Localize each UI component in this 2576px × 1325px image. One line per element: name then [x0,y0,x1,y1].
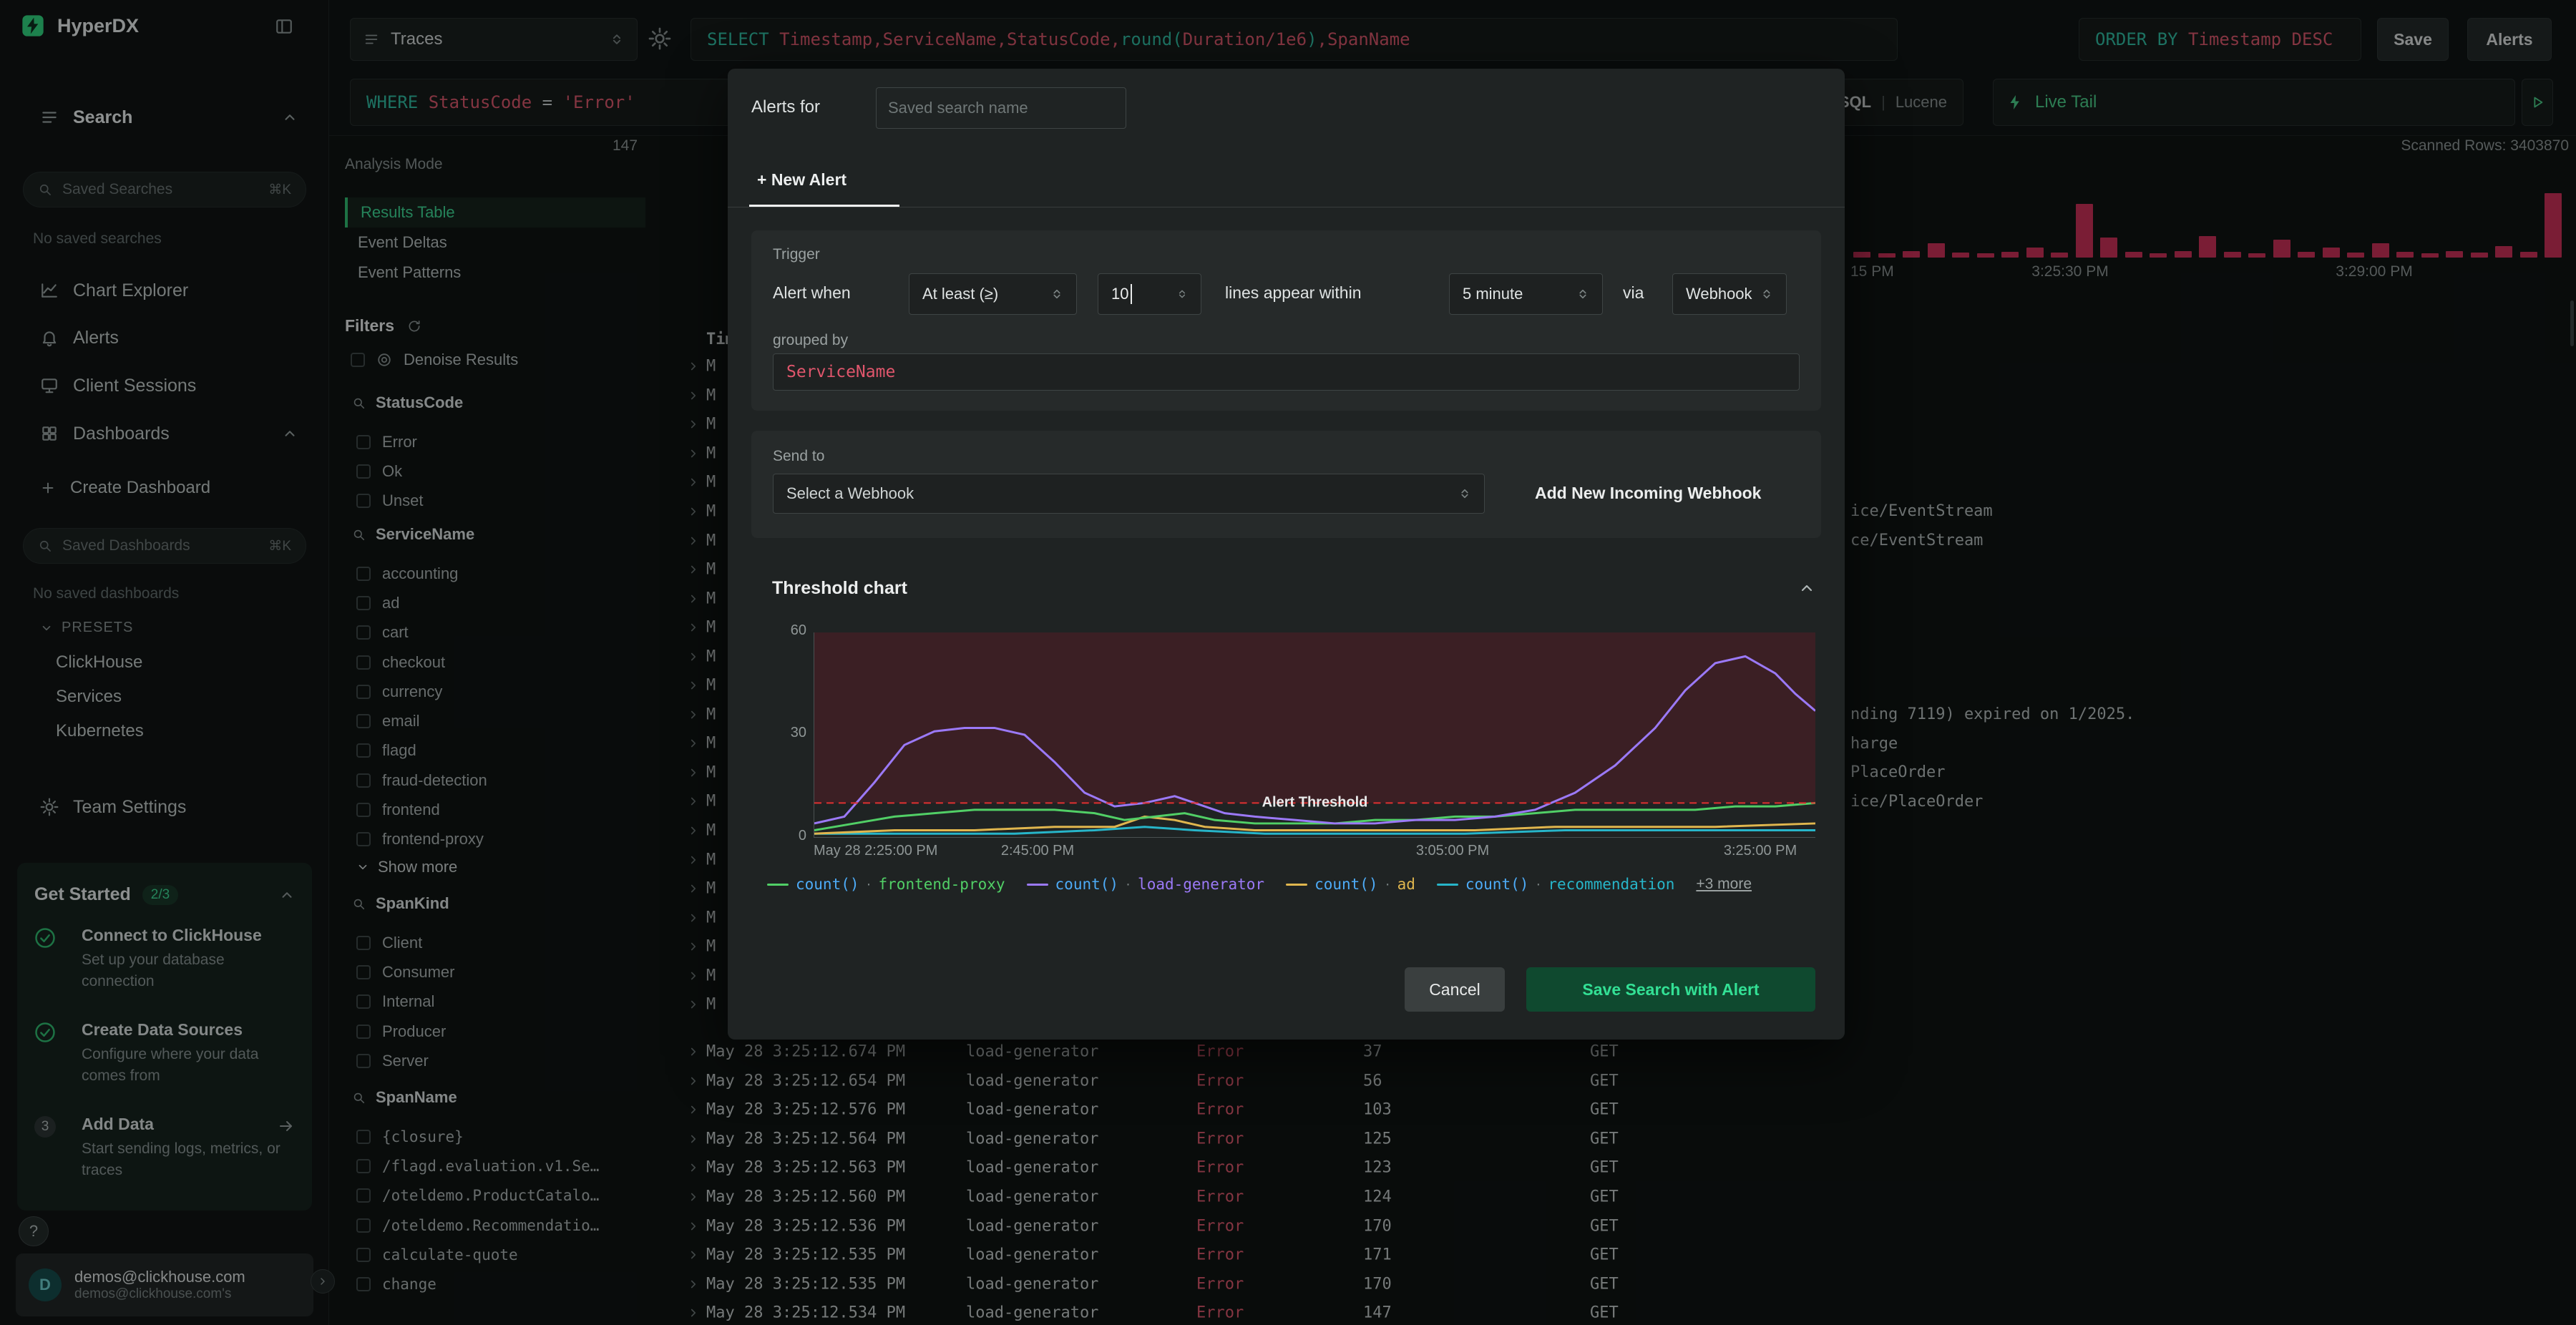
threshold-chart-title: Threshold chart [772,578,907,598]
collapse-chart-button[interactable] [1798,580,1815,597]
legend-dash-icon [1286,883,1308,886]
select-caret-icon [1050,288,1063,300]
legend-metric: count() [1314,876,1378,893]
saved-search-name-input[interactable] [876,87,1126,129]
y-tick: 0 [798,828,806,844]
modal-title: Alerts for [751,97,821,117]
legend-item[interactable]: count() · recommendation [1436,876,1675,893]
channel-value: Webhook [1686,285,1752,303]
y-tick: 30 [790,725,806,740]
condition-select[interactable]: At least (≥) [909,273,1077,315]
select-caret-icon [1760,288,1773,300]
legend-service: recommendation [1548,876,1675,893]
send-to-label: Send to [773,448,825,464]
legend-separator: · [1385,876,1390,892]
threshold-chart-plot: Alert Threshold [814,632,1815,838]
grouped-by-input[interactable]: ServiceName [773,353,1800,391]
legend-dash-icon [1436,883,1458,886]
legend-dash-icon [767,883,789,886]
number-spinner-icon[interactable] [1176,287,1188,301]
legend-more-button[interactable]: +3 more [1696,876,1752,893]
legend-item[interactable]: count() · ad [1286,876,1415,893]
condition-value: At least (≥) [922,285,999,303]
save-search-with-alert-button[interactable]: Save Search with Alert [1526,967,1815,1012]
legend-service: frontend-proxy [878,876,1005,893]
lines-within-text: lines appear within [1225,283,1362,302]
chevron-up-icon [1798,580,1815,597]
trigger-label: Trigger [773,246,820,263]
interval-select[interactable]: 5 minute [1449,273,1603,315]
select-caret-icon [1576,288,1589,300]
legend-item[interactable]: count() · load-generator [1026,876,1265,893]
legend-separator: · [1536,876,1541,892]
legend-metric: count() [796,876,859,893]
legend-service: ad [1397,876,1415,893]
cancel-button[interactable]: Cancel [1405,967,1505,1012]
channel-select[interactable]: Webhook [1672,273,1787,315]
hyperdx-app: HyperDX Search ⌘K No saved searches Char… [0,0,2576,1325]
x-tick: 3:05:00 PM [1415,843,1490,859]
legend-separator: · [1126,876,1131,892]
trigger-section: Trigger Alert when At least (≥) 10 lines… [751,230,1821,411]
alert-modal: Alerts for + New Alert Trigger Alert whe… [728,69,1845,1040]
webhook-select-value: Select a Webhook [786,484,914,502]
legend-service: load-generator [1138,876,1265,893]
x-tick: 3:25:00 PM [1723,843,1797,859]
grouped-by-label: grouped by [773,332,849,348]
legend-dash-icon [1026,883,1048,886]
interval-value: 5 minute [1463,285,1523,303]
x-tick: 2:45:00 PM [1000,843,1075,859]
alert-when-text: Alert when [773,283,851,302]
alert-threshold-label: Alert Threshold [1262,794,1368,811]
legend-item[interactable]: count() · frontend-proxy [767,876,1005,893]
legend-items: count() · frontend-proxy count() · load-… [767,876,1674,893]
legend-separator: · [866,876,872,892]
grouped-by-value: ServiceName [786,363,896,381]
y-tick: 60 [790,622,806,638]
tab-new-alert[interactable]: + New Alert [757,170,847,190]
send-to-section: Send to Select a Webhook Add New Incomin… [751,431,1821,538]
threshold-value: 10 [1111,285,1129,303]
select-caret-icon [1458,487,1471,500]
threshold-chart-legend: count() · frontend-proxy count() · load-… [767,876,1812,893]
add-webhook-button[interactable]: Add New Incoming Webhook [1535,484,1761,503]
legend-metric: count() [1055,876,1119,893]
text-cursor [1131,284,1133,304]
x-tick: May 28 2:25:00 PM [814,843,938,859]
threshold-input[interactable]: 10 [1098,273,1201,315]
via-text: via [1623,283,1644,302]
webhook-select[interactable]: Select a Webhook [773,474,1485,514]
legend-metric: count() [1465,876,1529,893]
